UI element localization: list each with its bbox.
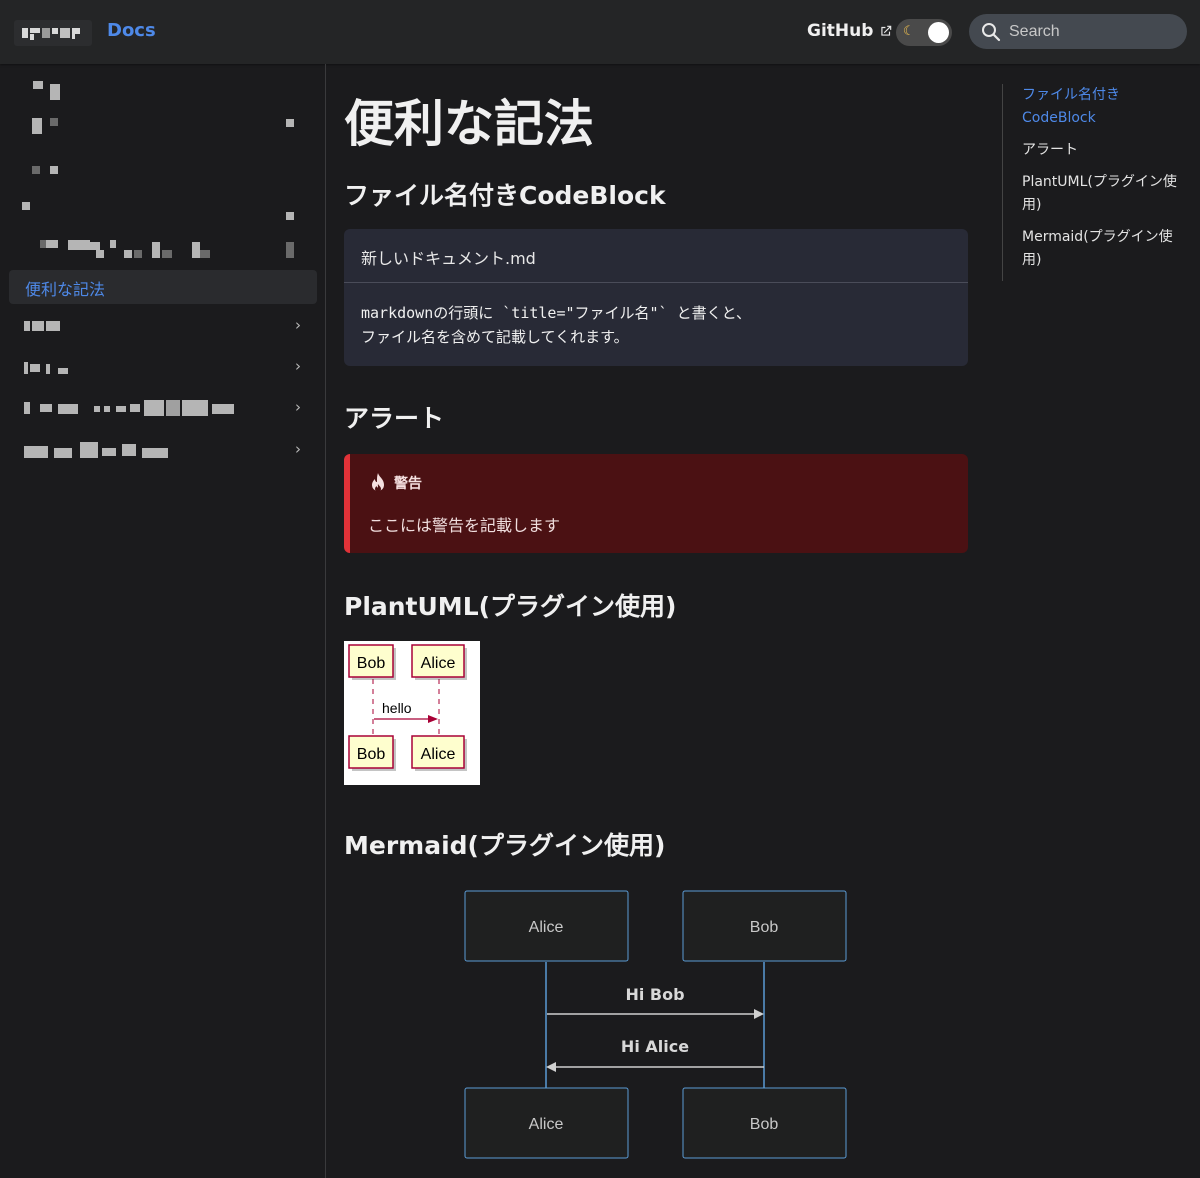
heading-plantuml: PlantUML(プラグイン使用)	[344, 592, 677, 621]
toc-item-codeblock[interactable]: ファイル名付きCodeBlock	[1022, 84, 1132, 130]
plantuml-label-a-bottom: Bob	[357, 746, 386, 763]
toc-item-plantuml[interactable]: PlantUML(プラグイン使用)	[1022, 171, 1182, 217]
fire-icon	[372, 473, 384, 492]
plantuml-message: hello	[382, 700, 412, 716]
code-block-content: markdownの行頭に `title="ファイル名"` と書くと、 ファイル名を…	[344, 283, 968, 366]
mermaid-svg: Alice Bob Hi Bob Hi Alice Alice Bob	[464, 890, 847, 1159]
page-title: 便利な記法	[344, 95, 594, 153]
github-label: GitHub	[807, 21, 874, 41]
chevron-right-icon: ›	[295, 316, 301, 334]
theme-toggle[interactable]: ☾	[896, 19, 952, 46]
github-link[interactable]: GitHub	[807, 21, 893, 41]
plantuml-svg: Bob Alice hello Bob Alice	[348, 644, 467, 771]
alert-text: ここには警告を記載します	[368, 516, 561, 535]
search-icon	[982, 22, 1001, 41]
docs-link[interactable]: Docs	[107, 20, 156, 41]
sidebar-item-active[interactable]: 便利な記法	[9, 270, 317, 304]
mermaid-label-b-bottom: Bob	[750, 1116, 779, 1133]
chevron-right-icon: ›	[295, 357, 301, 375]
code-block-filename: 新しいドキュメント.md	[344, 229, 968, 283]
chevron-right-icon: ›	[295, 440, 301, 458]
table-of-contents: ファイル名付きCodeBlock アラート PlantUML(プラグイン使用) …	[1002, 84, 1182, 281]
chevron-right-icon: ›	[295, 398, 301, 416]
mermaid-label-a-top: Alice	[529, 919, 564, 936]
toc-item-mermaid[interactable]: Mermaid(プラグイン使用)	[1022, 226, 1182, 272]
site-logo[interactable]	[14, 20, 92, 46]
toggle-knob	[928, 22, 949, 43]
search-box[interactable]	[969, 14, 1187, 49]
heading-mermaid: Mermaid(プラグイン使用)	[344, 831, 666, 860]
code-line-1: markdownの行頭に `title="ファイル名"` と書くと、	[361, 304, 752, 322]
code-line-2: ファイル名を含めて記載してくれます。	[361, 328, 629, 346]
mermaid-diagram: Alice Bob Hi Bob Hi Alice Alice Bob	[344, 876, 968, 1171]
heading-codeblock: ファイル名付きCodeBlock	[344, 181, 666, 210]
external-link-icon	[881, 25, 892, 36]
plantuml-label-b-top: Alice	[421, 655, 456, 672]
moon-icon: ☾	[903, 24, 915, 39]
search-input[interactable]	[1009, 22, 1169, 41]
plantuml-label-b-bottom: Alice	[421, 746, 456, 763]
navbar: Docs GitHub ☾	[0, 0, 1200, 64]
mermaid-message-1: Hi Bob	[625, 985, 684, 1004]
mermaid-label-b-top: Bob	[750, 919, 779, 936]
mermaid-label-a-bottom: Alice	[529, 1116, 564, 1133]
alert-label: 警告	[394, 476, 422, 492]
alert-heading: 警告	[368, 472, 950, 494]
sidebar: 便利な記法 › › › ›	[0, 64, 326, 1178]
code-block: 新しいドキュメント.md markdownの行頭に `title="ファイル名"…	[344, 229, 968, 366]
mermaid-message-2: Hi Alice	[621, 1037, 689, 1056]
danger-alert: 警告 ここには警告を記載します	[344, 454, 968, 553]
heading-alert: アラート	[344, 404, 445, 433]
plantuml-label-a-top: Bob	[357, 655, 386, 672]
toc-item-alert[interactable]: アラート	[1022, 139, 1182, 162]
plantuml-diagram: Bob Alice hello Bob Alice	[344, 641, 480, 785]
